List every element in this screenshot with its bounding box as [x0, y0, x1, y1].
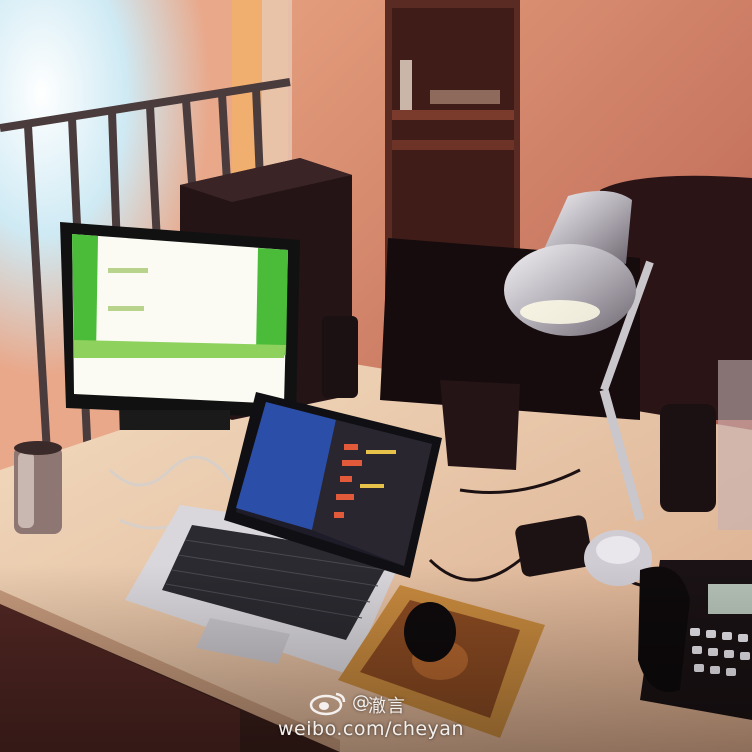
weibo-eye-icon [309, 692, 346, 716]
watermark-handle: 澈言 [368, 696, 406, 717]
watermark-url: weibo.com/cheyan [278, 718, 464, 740]
photo-illustration [0, 0, 752, 752]
weibo-watermark: @ 澈言 weibo.com/cheyan [278, 690, 498, 746]
desk-photo: @ 澈言 weibo.com/cheyan [0, 0, 752, 752]
